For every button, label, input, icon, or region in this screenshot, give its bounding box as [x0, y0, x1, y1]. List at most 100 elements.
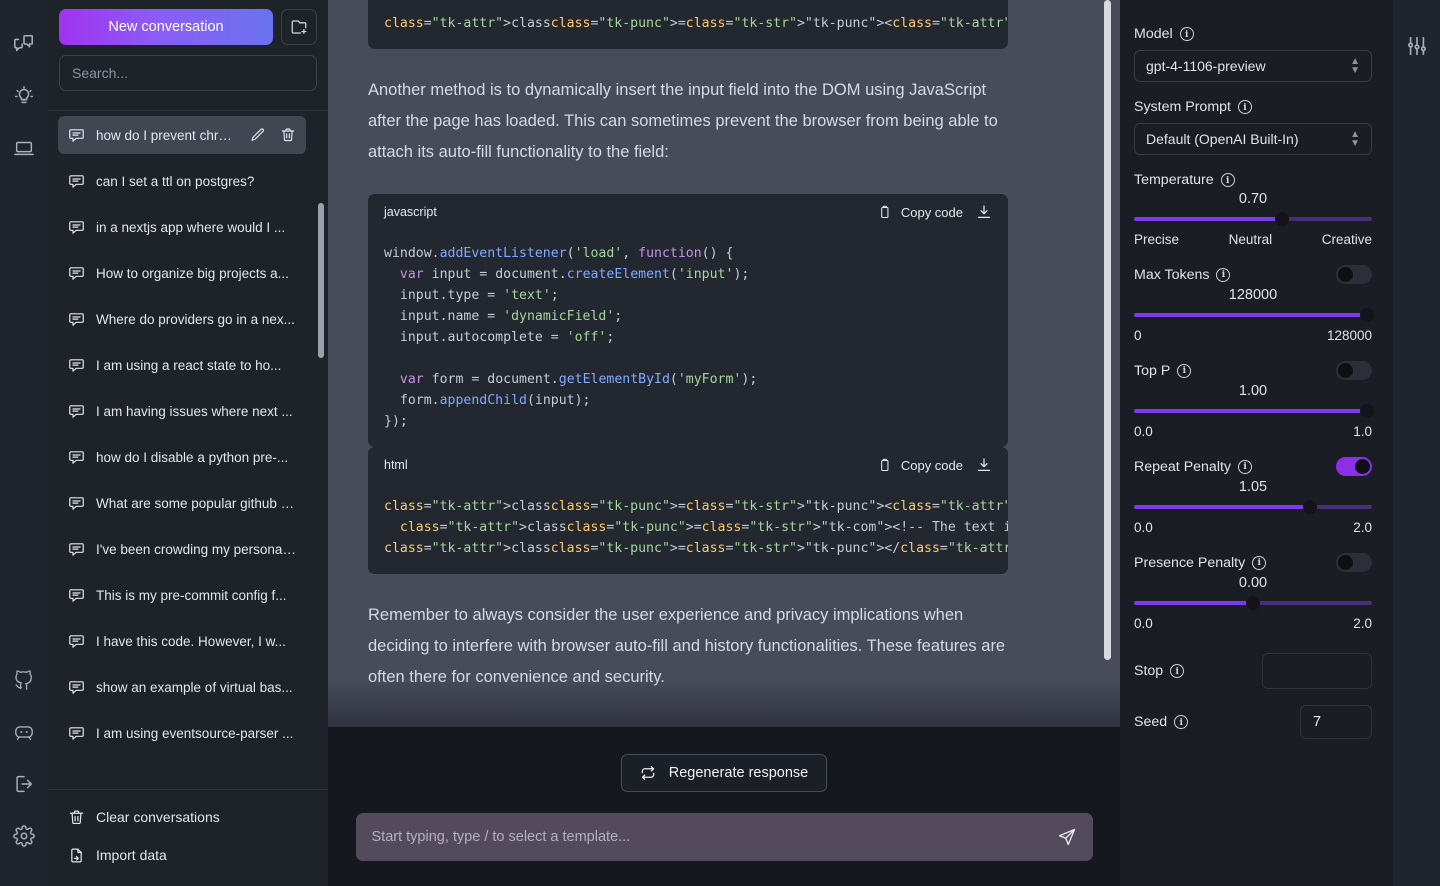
conversation-item[interactable]: how do I disable a python pre-...: [58, 438, 306, 476]
max-tokens-toggle[interactable]: [1336, 265, 1372, 284]
model-select[interactable]: gpt-4-1106-preview ▲ ▼: [1134, 50, 1372, 82]
github-icon[interactable]: [4, 660, 44, 700]
copy-code-label: Copy code: [900, 457, 963, 473]
chat-message-icon: [68, 725, 85, 742]
repeat-penalty-max: 2.0: [1353, 520, 1372, 535]
slider-handle[interactable]: [1360, 404, 1375, 418]
new-conversation-button[interactable]: New conversation: [59, 9, 273, 45]
conversation-sidebar: New conversation how do I prevent chrome…: [48, 0, 328, 886]
info-icon[interactable]: i: [1177, 363, 1192, 378]
conversation-title: This is my pre-commit config f...: [96, 587, 287, 603]
chat-scrollbar-thumb[interactable]: [1104, 0, 1111, 660]
conversation-title: how do I prevent chrome ...: [96, 127, 239, 143]
conversation-item[interactable]: This is my pre-commit config f...: [58, 576, 306, 614]
presence-penalty-header: Presence Penalty i: [1134, 553, 1372, 572]
conversation-item[interactable]: I am using eventsource-parser ...: [58, 714, 306, 752]
conversation-item[interactable]: show an example of virtual bas...: [58, 668, 306, 706]
info-icon[interactable]: i: [1237, 100, 1252, 114]
delete-conversation-icon[interactable]: [280, 127, 296, 143]
top-p-max: 1.0: [1353, 424, 1372, 439]
download-icon[interactable]: [976, 204, 992, 220]
import-data-button[interactable]: Import data: [58, 836, 318, 874]
presence-penalty-max: 2.0: [1353, 616, 1372, 631]
conversation-item[interactable]: What are some popular github a...: [58, 484, 306, 522]
code-language-label: html: [384, 458, 408, 472]
presence-penalty-toggle[interactable]: [1336, 553, 1372, 572]
repeat-penalty-value: 1.05: [1238, 479, 1268, 495]
download-icon[interactable]: [976, 457, 992, 473]
laptop-icon[interactable]: [4, 128, 44, 168]
regenerate-response-button[interactable]: Regenerate response: [620, 754, 828, 792]
chat-message-icon: [68, 587, 85, 604]
chat-bubbles-icon[interactable]: [4, 24, 44, 64]
slider-handle[interactable]: [1360, 308, 1375, 322]
conversation-scroll-area[interactable]: how do I prevent chrome ... can I set a …: [48, 110, 328, 789]
new-folder-icon[interactable]: [281, 9, 317, 45]
slider-fill: [1134, 505, 1311, 509]
conversation-title: show an example of virtual bas...: [96, 679, 293, 695]
lightbulb-icon[interactable]: [4, 76, 44, 116]
conversation-item[interactable]: I am having issues where next ...: [58, 392, 306, 430]
max-tokens-slider[interactable]: [1134, 308, 1375, 322]
clear-conversations-button[interactable]: Clear conversations: [58, 798, 318, 836]
conversation-item[interactable]: can I set a ttl on postgres?: [58, 162, 306, 200]
conversation-item[interactable]: I have this code. However, I w...: [58, 622, 306, 660]
chat-message-icon: [68, 495, 85, 512]
sidebar-scrollbar-thumb[interactable]: [318, 203, 324, 358]
sliders-icon[interactable]: [1397, 26, 1437, 66]
settings-gear-icon[interactable]: [4, 816, 44, 856]
repeat-penalty-group: Repeat Penalty i 1.05 0.0 2.0: [1134, 457, 1372, 535]
logout-icon[interactable]: [4, 764, 44, 804]
conversation-item[interactable]: in a nextjs app where would I ...: [58, 208, 306, 246]
conversation-item[interactable]: I am using a react state to ho...: [58, 346, 306, 384]
repeat-penalty-slider[interactable]: [1134, 500, 1372, 514]
info-icon[interactable]: i: [1170, 664, 1185, 678]
message-paragraph: Remember to always consider the user exp…: [368, 606, 1006, 686]
copy-code-button[interactable]: Copy code: [877, 204, 992, 220]
slider-fill: [1134, 217, 1282, 221]
top-p-value: 1.00: [1238, 383, 1268, 399]
info-icon[interactable]: i: [1252, 555, 1267, 570]
chat-input[interactable]: [371, 813, 1057, 861]
conversation-item[interactable]: Where do providers go in a nex...: [58, 300, 306, 338]
discord-icon[interactable]: [4, 712, 44, 752]
chat-scroll-area[interactable]: class="tk-attr">classclass="tk-punc">=cl…: [328, 0, 1120, 727]
stop-row: Stop i: [1134, 653, 1372, 689]
temperature-slider[interactable]: [1134, 212, 1372, 226]
search-input[interactable]: [59, 55, 317, 91]
send-paper-plane-icon[interactable]: [1057, 827, 1077, 847]
repeat-penalty-toggle[interactable]: [1336, 457, 1372, 476]
conversation-item[interactable]: I've been crowding my personal...: [58, 530, 306, 568]
edit-conversation-icon[interactable]: [250, 127, 266, 143]
code-content: class="tk-attr">classclass="tk-punc">=cl…: [368, 0, 1008, 49]
slider-handle[interactable]: [1274, 212, 1289, 226]
seed-label: Seed: [1134, 714, 1168, 730]
system-prompt-label-row: System Prompt i: [1134, 99, 1372, 115]
top-p-slider[interactable]: [1134, 404, 1375, 418]
seed-input[interactable]: [1300, 705, 1372, 739]
info-icon[interactable]: i: [1216, 267, 1231, 282]
max-tokens-min: 0: [1134, 328, 1142, 343]
presence-penalty-value: 0.00: [1238, 575, 1268, 591]
presence-penalty-slider[interactable]: [1134, 596, 1372, 610]
copy-code-button[interactable]: Copy code: [877, 457, 992, 473]
stop-input[interactable]: [1262, 653, 1372, 689]
conversation-item[interactable]: How to organize big projects a...: [58, 254, 306, 292]
scale-creative: Creative: [1321, 232, 1372, 247]
search-container: [48, 45, 328, 91]
slider-fill: [1134, 601, 1253, 605]
chat-input-row: [355, 813, 1093, 861]
info-icon[interactable]: i: [1179, 27, 1194, 41]
top-p-toggle[interactable]: [1336, 361, 1372, 380]
system-prompt-select[interactable]: Default (OpenAI Built-In) ▲ ▼: [1134, 123, 1372, 155]
chat-message-icon: [68, 679, 85, 696]
slider-handle[interactable]: [1246, 596, 1260, 610]
chat-message-icon: [68, 219, 85, 236]
info-icon[interactable]: i: [1220, 173, 1235, 187]
slider-handle[interactable]: [1303, 500, 1318, 514]
chat-message-icon: [68, 127, 85, 144]
conversation-item-active[interactable]: how do I prevent chrome ...: [58, 116, 306, 154]
info-icon[interactable]: i: [1238, 459, 1253, 474]
info-icon[interactable]: i: [1174, 715, 1189, 729]
conversation-title: can I set a ttl on postgres?: [96, 173, 255, 189]
